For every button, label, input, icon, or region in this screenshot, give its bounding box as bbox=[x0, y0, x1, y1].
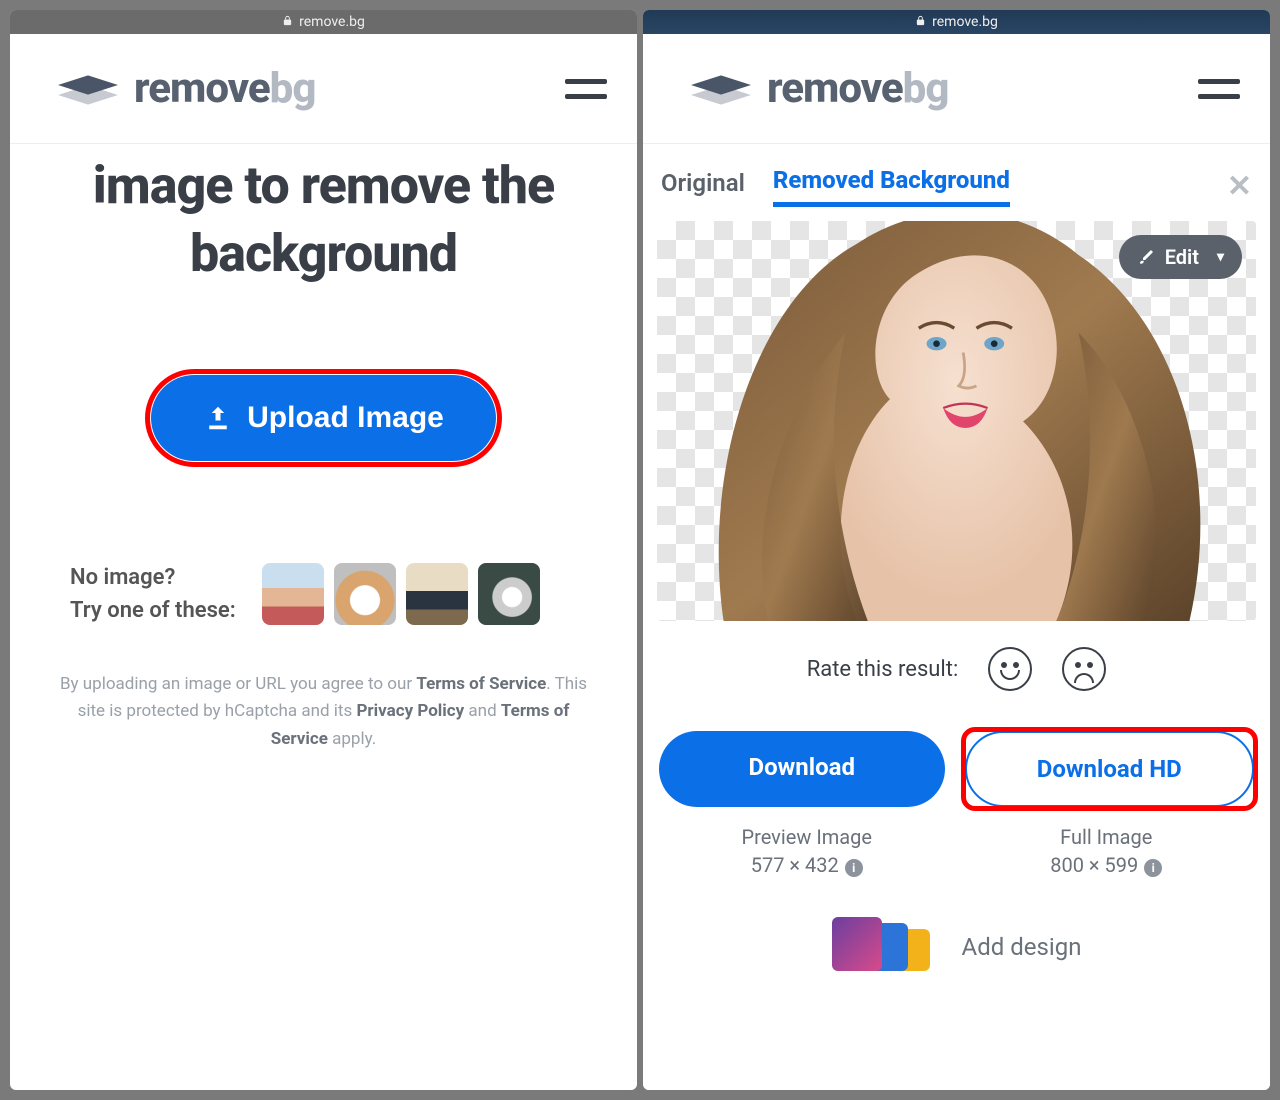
close-icon[interactable]: ✕ bbox=[1227, 169, 1252, 204]
result-tabs: Original Removed Background ✕ bbox=[657, 166, 1256, 207]
rate-label: Rate this result: bbox=[807, 657, 959, 682]
lock-icon bbox=[282, 14, 293, 30]
no-image-prompt: No image? Try one of these: bbox=[70, 561, 236, 627]
tos-link[interactable]: Terms of Service bbox=[416, 674, 546, 694]
download-hd-button[interactable]: Download HD bbox=[965, 731, 1255, 807]
info-icon[interactable]: i bbox=[1144, 859, 1162, 877]
chevron-down-icon: ▾ bbox=[1217, 249, 1224, 265]
full-size-info: Full Image 800 × 599i bbox=[957, 825, 1257, 877]
brand-name: removebg bbox=[767, 64, 948, 113]
upload-image-button[interactable]: Upload Image bbox=[151, 375, 496, 461]
brand-name: removebg bbox=[134, 64, 315, 113]
sample-image-3[interactable] bbox=[406, 563, 468, 625]
preview-size-info: Preview Image 577 × 432i bbox=[657, 825, 957, 877]
left-screenshot: remove.bg removebg image to remove the b… bbox=[10, 10, 637, 1090]
lock-icon bbox=[915, 14, 926, 30]
privacy-link[interactable]: Privacy Policy bbox=[356, 701, 464, 721]
brand[interactable]: removebg bbox=[691, 64, 948, 113]
brush-icon bbox=[1137, 248, 1155, 266]
edit-button[interactable]: Edit ▾ bbox=[1119, 235, 1242, 279]
legal-disclaimer: By uploading an image or URL you agree t… bbox=[30, 671, 617, 753]
sample-image-2[interactable] bbox=[334, 563, 396, 625]
sample-image-1[interactable] bbox=[262, 563, 324, 625]
brand-logo-icon bbox=[691, 65, 751, 113]
result-preview: Edit ▾ bbox=[657, 221, 1256, 621]
tab-original[interactable]: Original bbox=[661, 169, 745, 205]
upload-icon bbox=[203, 403, 233, 433]
address-bar: remove.bg bbox=[10, 10, 637, 34]
sample-image-4[interactable] bbox=[478, 563, 540, 625]
rate-happy-icon[interactable] bbox=[988, 647, 1032, 691]
app-header: removebg bbox=[643, 34, 1270, 144]
menu-icon[interactable] bbox=[565, 79, 607, 99]
person-image bbox=[657, 221, 1256, 621]
right-screenshot: remove.bg removebg Original Removed Back… bbox=[643, 10, 1270, 1090]
rate-sad-icon[interactable] bbox=[1062, 647, 1106, 691]
brand-logo-icon bbox=[58, 65, 118, 113]
address-bar: remove.bg bbox=[643, 10, 1270, 34]
brand[interactable]: removebg bbox=[58, 64, 315, 113]
app-header: removebg bbox=[10, 34, 637, 144]
tab-removed-background[interactable]: Removed Background bbox=[773, 166, 1010, 207]
download-button[interactable]: Download bbox=[659, 731, 945, 807]
info-icon[interactable]: i bbox=[845, 859, 863, 877]
add-design-button[interactable]: Add design bbox=[657, 923, 1256, 971]
menu-icon[interactable] bbox=[1198, 79, 1240, 99]
address-domain: remove.bg bbox=[299, 14, 365, 30]
address-domain: remove.bg bbox=[932, 14, 998, 30]
headline: image to remove the background bbox=[30, 152, 617, 287]
design-templates-icon bbox=[832, 923, 942, 971]
